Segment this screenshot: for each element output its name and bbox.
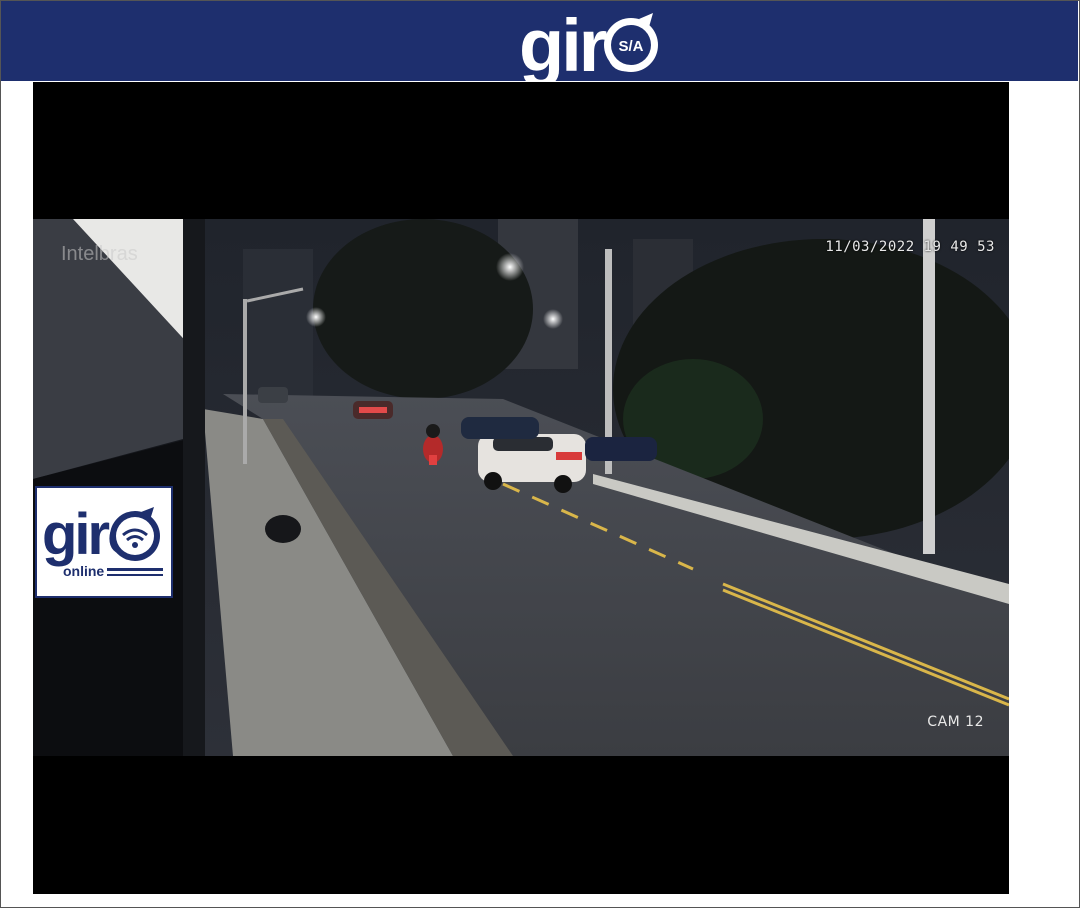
source-watermark: Intelbras [61, 243, 138, 265]
header-bar: giro S/A [1, 1, 1078, 87]
camera-label: CAM 12 [927, 714, 984, 730]
video-timestamp: 11/03/2022 19 49 53 [825, 239, 995, 255]
header-logo-badge: S/A [618, 38, 643, 55]
giro-online-logo: giro online [35, 486, 173, 598]
street-scene [33, 219, 1009, 756]
giro-online-logo-graphic: giro online [42, 502, 163, 579]
cctv-video-frame[interactable]: Intelbras 11/03/2022 19 49 53 CAM 12 [33, 219, 1009, 756]
overlay-logo-subtext: online [63, 563, 104, 579]
